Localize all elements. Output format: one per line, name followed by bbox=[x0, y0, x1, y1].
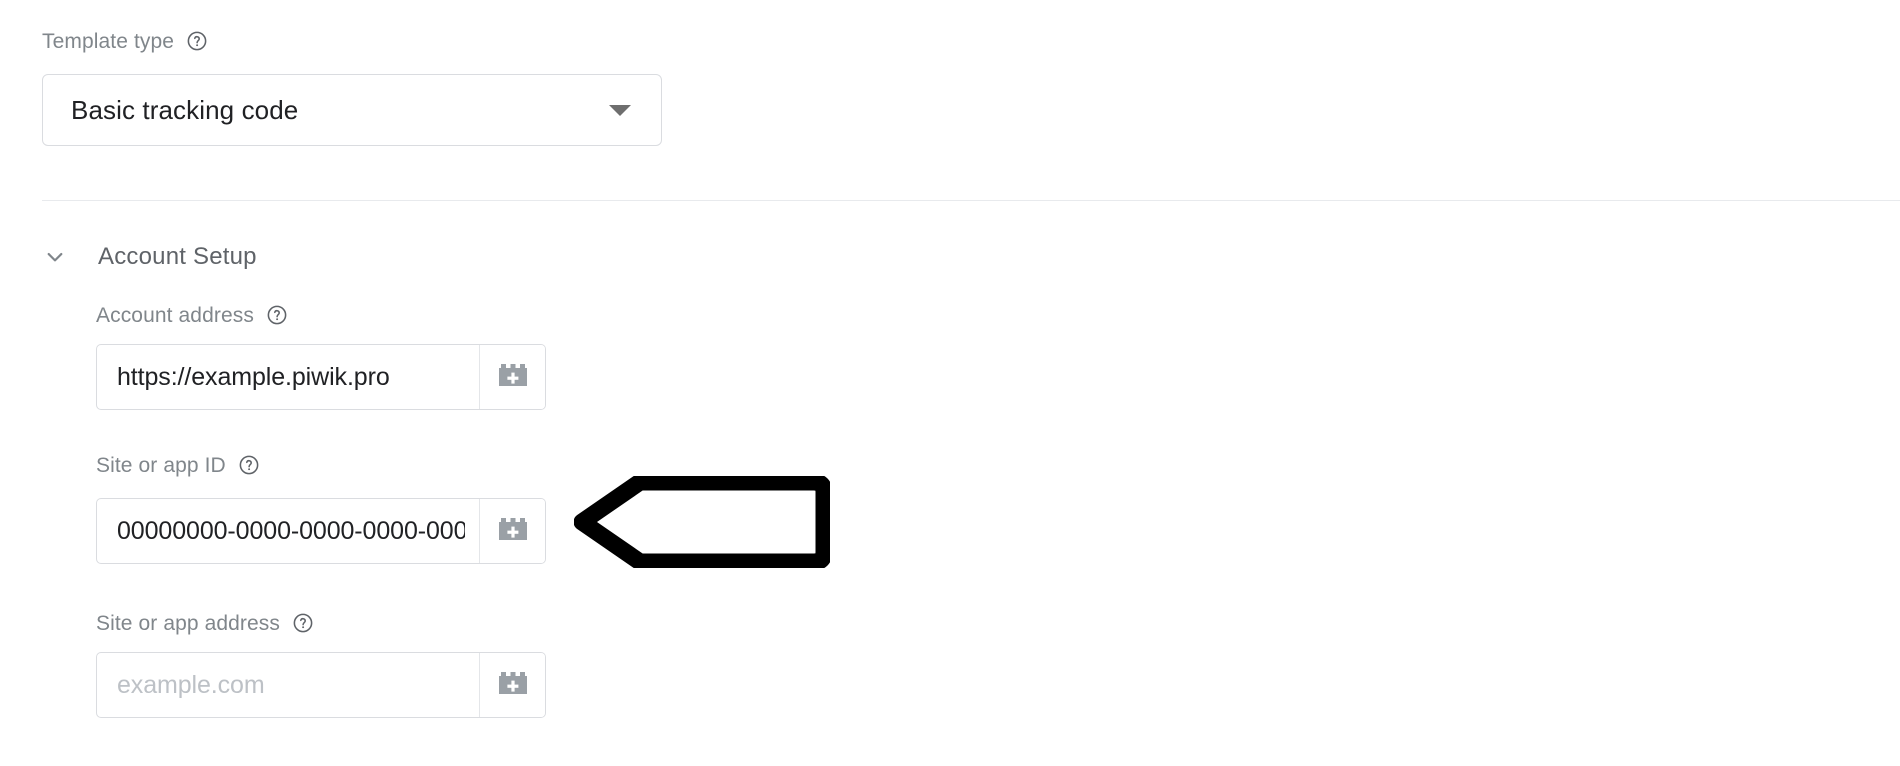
site-or-app-address-input[interactable] bbox=[97, 653, 479, 717]
template-type-selected-value: Basic tracking code bbox=[71, 94, 299, 125]
account-address-label-row: Account address bbox=[96, 304, 1442, 326]
account-setup-section: Account Setup Account address https://ex… bbox=[42, 242, 1442, 718]
site-or-app-id-label: Site or app ID bbox=[96, 453, 226, 477]
site-or-app-id-input[interactable] bbox=[97, 499, 479, 563]
field-site-or-app-id: Site or app ID bbox=[96, 454, 1442, 568]
help-circle-icon[interactable] bbox=[238, 454, 260, 476]
site-or-app-id-label-row: Site or app ID bbox=[96, 454, 1442, 476]
lego-brick-plus-icon-button[interactable] bbox=[479, 653, 545, 717]
template-type-select[interactable]: Basic tracking code bbox=[42, 74, 662, 146]
help-circle-icon[interactable] bbox=[186, 30, 208, 52]
section-divider bbox=[42, 200, 1900, 201]
lego-brick-plus-icon-button[interactable] bbox=[479, 345, 545, 409]
lego-brick-plus-icon bbox=[498, 364, 528, 390]
field-account-address: Account address bbox=[96, 304, 1442, 410]
lego-brick-plus-icon bbox=[498, 672, 528, 698]
account-address-label: Account address bbox=[96, 303, 254, 327]
site-or-app-address-label-row: Site or app address bbox=[96, 612, 1442, 634]
chevron-down-icon[interactable] bbox=[42, 242, 76, 272]
lego-brick-plus-icon bbox=[498, 518, 528, 544]
lego-brick-plus-icon-button[interactable] bbox=[479, 499, 545, 563]
chevron-down-icon bbox=[609, 104, 631, 116]
help-circle-icon[interactable] bbox=[266, 304, 288, 326]
site-or-app-address-label: Site or app address bbox=[96, 611, 281, 635]
account-address-input-row bbox=[96, 344, 546, 410]
template-type-block: Template type Basic tracking code bbox=[42, 30, 662, 146]
help-circle-icon[interactable] bbox=[292, 612, 314, 634]
section-title: Account Setup bbox=[98, 243, 257, 270]
site-or-app-address-input-row bbox=[96, 652, 546, 718]
site-or-app-id-row-wrapper bbox=[96, 476, 1442, 568]
left-pointing-arrow-annotation-icon bbox=[574, 476, 830, 568]
account-setup-header[interactable]: Account Setup bbox=[42, 242, 1442, 272]
field-site-or-app-address: Site or app address bbox=[96, 612, 1442, 718]
account-address-input[interactable] bbox=[97, 345, 479, 409]
template-type-label-row: Template type bbox=[42, 30, 662, 52]
template-type-label: Template type bbox=[42, 29, 175, 53]
site-or-app-id-input-row bbox=[96, 498, 546, 564]
